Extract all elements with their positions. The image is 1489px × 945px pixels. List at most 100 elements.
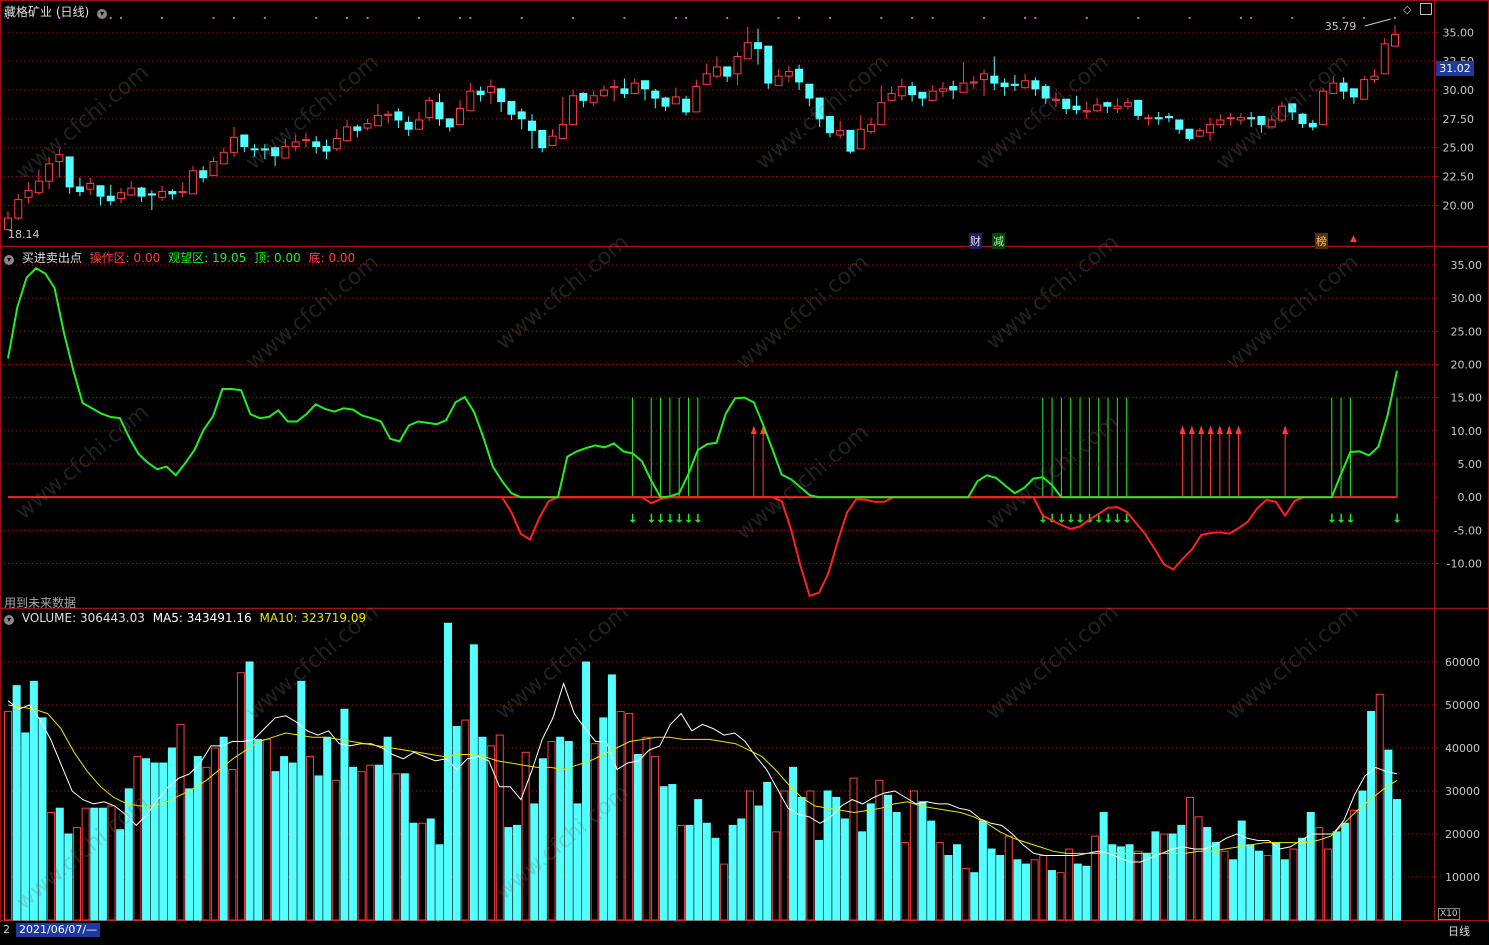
candle-up bbox=[301, 139, 310, 142]
volume-bar-down bbox=[349, 766, 358, 921]
finance-marker[interactable]: 财 bbox=[969, 233, 982, 249]
volume-bar-up bbox=[392, 773, 401, 921]
reduce-marker[interactable]: 减 bbox=[992, 233, 1005, 249]
volume-bar-down bbox=[1254, 850, 1263, 921]
candle-down bbox=[445, 118, 454, 128]
volume-bar-down bbox=[1306, 812, 1315, 921]
volume-bar-down bbox=[1246, 844, 1255, 921]
volume-bar-up bbox=[651, 756, 660, 921]
volume-bar-up bbox=[228, 769, 237, 921]
candle-up bbox=[1391, 34, 1399, 47]
volume-bar-up bbox=[901, 842, 910, 921]
volume-bar-down bbox=[254, 738, 263, 921]
event-dot bbox=[623, 17, 626, 19]
volume-bar-up bbox=[642, 736, 651, 921]
candle-up bbox=[1236, 117, 1245, 121]
candle-up bbox=[332, 137, 341, 150]
period-label[interactable]: 日线 bbox=[1448, 923, 1470, 939]
volume-bar-up bbox=[4, 710, 12, 921]
volume-bar-down bbox=[1151, 831, 1160, 921]
candle-up bbox=[558, 124, 567, 139]
volume-bar-down bbox=[1125, 844, 1134, 921]
indicator-tick-label: 25.00 bbox=[1451, 325, 1483, 338]
candle-up bbox=[928, 90, 937, 101]
volume-bar-up bbox=[1056, 872, 1065, 921]
volume-bar-up bbox=[73, 827, 82, 921]
volume-bar-down bbox=[927, 820, 936, 921]
zoom-label[interactable]: X10 bbox=[1438, 908, 1460, 920]
volume-bar-down bbox=[556, 736, 565, 921]
volume-bar-down bbox=[978, 820, 987, 921]
candle-down bbox=[147, 193, 156, 196]
candle-down bbox=[1247, 117, 1256, 120]
indicator-tick-label: 20.00 bbox=[1451, 358, 1483, 371]
event-dot bbox=[459, 17, 462, 19]
volume-bar-up bbox=[418, 822, 427, 921]
date-range-box[interactable]: 2021/06/07/— bbox=[16, 923, 101, 937]
ma10-label: MA10: bbox=[259, 611, 298, 625]
event-dot bbox=[346, 17, 349, 19]
volume-bar-down bbox=[953, 844, 962, 921]
candle-down bbox=[1164, 116, 1173, 119]
ma10-value: 323719.09 bbox=[301, 611, 367, 625]
event-dot bbox=[1342, 17, 1345, 19]
candle-up bbox=[630, 82, 639, 94]
indicator-tick-label: 35.00 bbox=[1451, 259, 1483, 272]
volume-bar-down bbox=[98, 807, 107, 921]
event-dot bbox=[1239, 17, 1242, 19]
candle-up bbox=[178, 191, 187, 194]
candle-down bbox=[240, 134, 249, 148]
candle-down bbox=[106, 195, 115, 202]
volume-bar-up bbox=[935, 842, 944, 921]
volume-bar-down bbox=[185, 788, 194, 921]
volume-bar-down bbox=[892, 812, 901, 921]
buy-arrow-icon bbox=[1282, 425, 1289, 435]
sell-arrow-icon: ↓ bbox=[1392, 511, 1402, 525]
volume-bar-down bbox=[124, 788, 133, 921]
volume-bar-up bbox=[1004, 835, 1013, 921]
stock-title: 藏格矿业 (日线) bbox=[4, 5, 90, 19]
volume-bar-up bbox=[1375, 693, 1384, 921]
event-dot bbox=[1291, 17, 1294, 19]
candle-up bbox=[1144, 117, 1153, 120]
indicator-dropdown-icon[interactable]: ▾ bbox=[4, 255, 14, 265]
bottom-label: 底: bbox=[308, 251, 325, 265]
event-dot bbox=[1024, 17, 1027, 19]
chart-canvas[interactable]: 35.0032.5030.0027.5025.0022.5020.0035.79… bbox=[0, 0, 1489, 941]
high-price-label: 35.79 bbox=[1325, 20, 1357, 33]
sell-arrow-icon: ↓ bbox=[693, 511, 703, 525]
candle-up bbox=[14, 199, 23, 219]
candle-down bbox=[1031, 80, 1040, 90]
volume-bar-down bbox=[823, 790, 832, 921]
volume-bar-down bbox=[443, 622, 452, 921]
candle-down bbox=[1185, 128, 1194, 139]
restore-icon[interactable] bbox=[1420, 3, 1432, 15]
expand-icon[interactable]: ◇ bbox=[1403, 3, 1411, 16]
candle-up bbox=[1051, 98, 1060, 101]
volume-bar-up bbox=[1349, 809, 1358, 921]
ranking-marker[interactable]: 榜 bbox=[1315, 233, 1328, 249]
volume-bar-down bbox=[1341, 822, 1350, 921]
volume-bar-down bbox=[64, 833, 73, 921]
volume-tick-label: 10000 bbox=[1445, 871, 1480, 884]
candle-down bbox=[1288, 103, 1297, 113]
event-dot bbox=[1250, 17, 1253, 19]
title-dropdown-icon[interactable]: ▾ bbox=[97, 9, 108, 19]
candle-up bbox=[887, 92, 896, 101]
volume-bar-up bbox=[262, 738, 271, 921]
volume-dropdown-icon[interactable]: ▾ bbox=[4, 615, 14, 625]
buy-arrow-icon bbox=[1207, 425, 1214, 435]
price-tick-label: 27.50 bbox=[1443, 113, 1475, 126]
volume-bar-down bbox=[832, 796, 841, 921]
volume-bar-down bbox=[280, 756, 289, 921]
candle-up bbox=[784, 71, 793, 77]
volume-bar-down bbox=[38, 717, 47, 921]
buy-arrow-icon bbox=[1226, 425, 1233, 435]
volume-bar-down bbox=[737, 818, 746, 921]
indicator-tick-label: 10.00 bbox=[1451, 425, 1483, 438]
candle-down bbox=[640, 80, 649, 90]
volume-bar-down bbox=[159, 762, 168, 921]
volume-bar-down bbox=[538, 758, 547, 921]
buy-arrow-icon bbox=[1198, 425, 1205, 435]
candle-up bbox=[1216, 119, 1225, 126]
